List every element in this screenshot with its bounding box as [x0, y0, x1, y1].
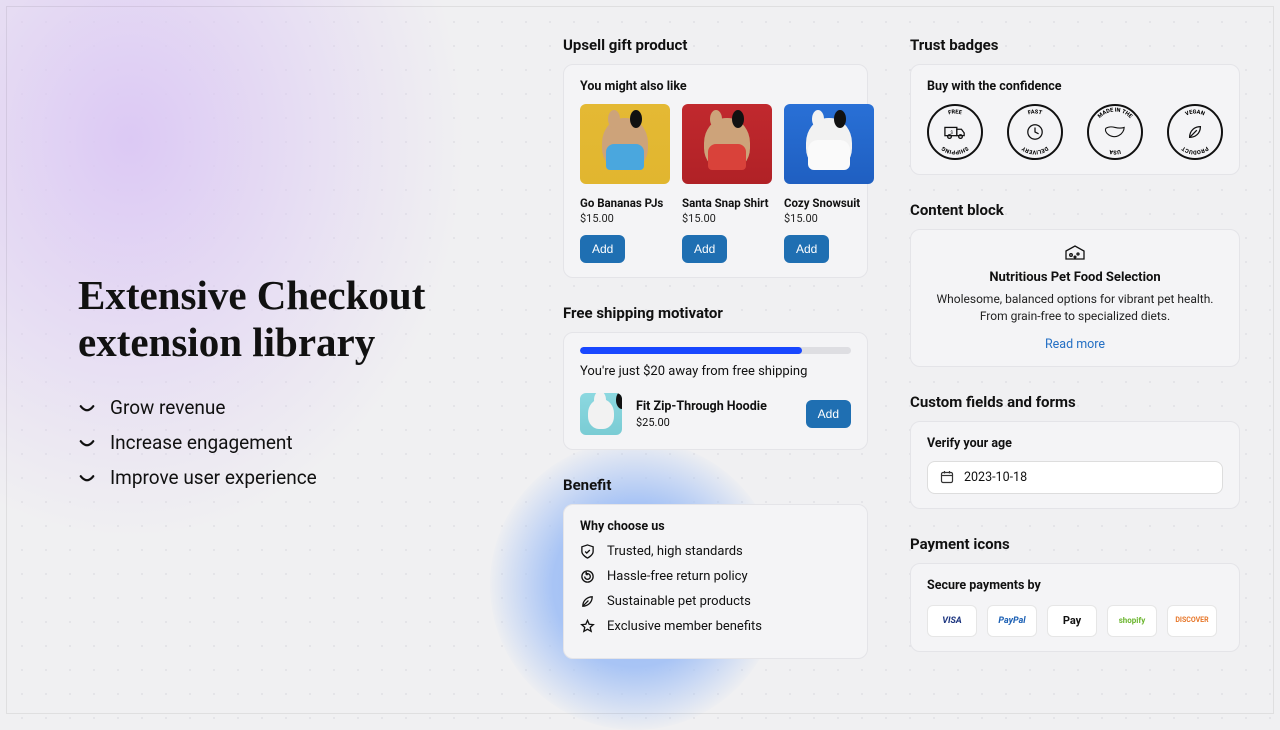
svg-text:MADE IN THE: MADE IN THE	[1097, 107, 1134, 120]
shipping-message: You're just $20 away from free shipping	[580, 364, 851, 379]
date-value: 2023-10-18	[964, 470, 1027, 485]
trust-subtitle: Buy with the confidence	[927, 79, 1223, 94]
svg-text:SHIPPING: SHIPPING	[941, 145, 969, 155]
product-name: Go Bananas PJs	[580, 196, 670, 210]
bullet-item: Grow revenue	[78, 396, 518, 419]
benefit-text: Trusted, high standards	[607, 544, 743, 559]
add-button[interactable]: Add	[580, 235, 625, 263]
star-icon	[580, 619, 595, 634]
smile-icon	[78, 434, 96, 452]
pay-discover: DISCOVER	[1167, 605, 1217, 637]
benefit-item: Hassle-free return policy	[580, 569, 851, 584]
product-image	[580, 104, 670, 184]
upsell-subtitle: You might also like	[580, 79, 851, 94]
shipping-section: Free shipping motivator You're just $20 …	[563, 304, 868, 450]
benefit-title: Benefit	[563, 476, 868, 494]
progress-bar	[580, 347, 851, 354]
add-button[interactable]: Add	[806, 400, 851, 428]
hero: Extensive Checkout extension library Gro…	[78, 272, 518, 501]
product-price: $15.00	[682, 212, 772, 225]
benefit-text: Sustainable pet products	[607, 594, 751, 609]
custom-label: Verify your age	[927, 436, 1223, 451]
date-input[interactable]: 2023-10-18	[927, 461, 1223, 494]
return-icon	[580, 569, 595, 584]
content-heading: Nutritious Pet Food Selection	[927, 270, 1223, 285]
product-card: Santa Snap Shirt $15.00 Add	[682, 104, 772, 263]
cheese-icon	[1064, 244, 1086, 262]
calendar-icon	[940, 470, 954, 484]
product-name: Fit Zip-Through Hoodie	[636, 399, 792, 414]
pay-apple: Pay	[1047, 605, 1097, 637]
benefit-text: Exclusive member benefits	[607, 619, 762, 634]
benefit-section: Benefit Why choose us Trusted, high stan…	[563, 476, 868, 659]
shield-check-icon	[580, 544, 595, 559]
bullet-text: Improve user experience	[110, 466, 317, 489]
product-price: $15.00	[580, 212, 670, 225]
badge-fast-delivery: FAST DELIVERY	[1007, 104, 1063, 160]
smile-icon	[78, 469, 96, 487]
svg-text:DELIVERY: DELIVERY	[1021, 145, 1049, 155]
bullet-item: Increase engagement	[78, 431, 518, 454]
pay-visa: VISA	[927, 605, 977, 637]
content-title: Content block	[910, 201, 1240, 219]
benefit-subtitle: Why choose us	[580, 519, 851, 534]
payment-title: Payment icons	[910, 535, 1240, 553]
page-title: Extensive Checkout extension library	[78, 272, 518, 366]
badge-vegan: VEGAN PRODUCT	[1167, 104, 1223, 160]
pay-paypal: PayPal	[987, 605, 1037, 637]
benefit-item: Trusted, high standards	[580, 544, 851, 559]
benefit-item: Sustainable pet products	[580, 594, 851, 609]
svg-text:FAST: FAST	[1027, 109, 1043, 116]
product-price: $25.00	[636, 416, 792, 429]
bullet-item: Improve user experience	[78, 466, 518, 489]
svg-text:USA: USA	[1109, 148, 1121, 155]
payment-section: Payment icons Secure payments by VISA Pa…	[910, 535, 1240, 652]
add-button[interactable]: Add	[682, 235, 727, 263]
product-card: Go Bananas PJs $15.00 Add	[580, 104, 670, 263]
leaf-icon	[580, 594, 595, 609]
product-price: $15.00	[784, 212, 874, 225]
trust-section: Trust badges Buy with the confidence FRE…	[910, 36, 1240, 175]
product-name: Cozy Snowsuit	[784, 196, 874, 210]
svg-text:FREE: FREE	[948, 109, 964, 116]
trust-title: Trust badges	[910, 36, 1240, 54]
bullet-text: Increase engagement	[110, 431, 293, 454]
bullet-text: Grow revenue	[110, 396, 225, 419]
content-desc: Wholesome, balanced options for vibrant …	[927, 291, 1223, 325]
product-image	[784, 104, 874, 184]
content-section: Content block Nutritious Pet Food Select…	[910, 201, 1240, 367]
badge-free-shipping: FREESHIPPING $	[927, 104, 983, 160]
read-more-link[interactable]: Read more	[1045, 337, 1105, 352]
upsell-section: Upsell gift product You might also like …	[563, 36, 868, 278]
custom-title: Custom fields and forms	[910, 393, 1240, 411]
upsell-title: Upsell gift product	[563, 36, 868, 54]
badge-made-in-usa: MADE IN THE USA	[1087, 104, 1143, 160]
product-card: Cozy Snowsuit $15.00 Add	[784, 104, 874, 263]
pay-shopify: shopify	[1107, 605, 1157, 637]
benefit-text: Hassle-free return policy	[607, 569, 748, 584]
payment-subtitle: Secure payments by	[927, 578, 1223, 593]
shipping-title: Free shipping motivator	[563, 304, 868, 322]
add-button[interactable]: Add	[784, 235, 829, 263]
custom-fields-section: Custom fields and forms Verify your age …	[910, 393, 1240, 509]
product-name: Santa Snap Shirt	[682, 196, 772, 210]
benefit-item: Exclusive member benefits	[580, 619, 851, 634]
svg-text:PRODUCT: PRODUCT	[1181, 144, 1210, 154]
product-image	[580, 393, 622, 435]
smile-icon	[78, 399, 96, 417]
product-image	[682, 104, 772, 184]
svg-text:VEGAN: VEGAN	[1185, 109, 1206, 117]
